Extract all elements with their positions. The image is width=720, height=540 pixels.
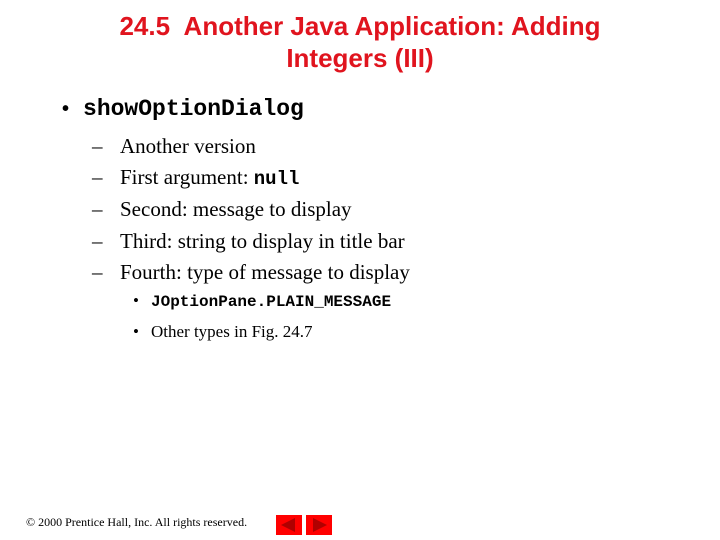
- main-bullet-text: showOptionDialog: [83, 96, 304, 122]
- next-slide-button[interactable]: [306, 515, 332, 535]
- slide-title-line-1: 24.5 Another Java Application: Adding: [119, 11, 601, 41]
- sub-item-text: Second: message to display: [120, 197, 352, 221]
- bullet-glyph: •: [62, 98, 70, 120]
- sub-item: – First argument: null: [92, 165, 299, 190]
- dash-glyph: –: [92, 197, 103, 221]
- sub-sub-item-code: JOptionPane.PLAIN_MESSAGE: [151, 293, 392, 311]
- previous-arrow-icon: [281, 518, 295, 532]
- sub-item-text: First argument:: [120, 165, 254, 189]
- sub-item: – Third: string to display in title bar: [92, 229, 405, 254]
- dash-glyph: –: [92, 165, 103, 189]
- sub-sub-item: • JOptionPane.PLAIN_MESSAGE: [133, 291, 391, 311]
- sub-item: – Another version: [92, 134, 256, 159]
- sub-item-text: Third: string to display in title bar: [120, 229, 405, 253]
- previous-slide-button[interactable]: [276, 515, 302, 535]
- sub-item: – Fourth: type of message to display: [92, 260, 410, 285]
- main-bullet: • showOptionDialog: [62, 96, 304, 122]
- sub-item: – Second: message to display: [92, 197, 352, 222]
- slide-title-line-2: Integers (III): [286, 43, 434, 73]
- bullet-glyph: •: [133, 322, 139, 341]
- slide-title: 24.5 Another Java Application: Adding In…: [0, 10, 720, 74]
- sub-item-text: Another version: [120, 134, 256, 158]
- next-arrow-icon: [313, 518, 327, 532]
- copyright-footer: © 2000 Prentice Hall, Inc. All rights re…: [26, 515, 248, 529]
- dash-glyph: –: [92, 229, 103, 253]
- dash-glyph: –: [92, 134, 103, 158]
- dash-glyph: –: [92, 260, 103, 284]
- sub-item-code: null: [253, 168, 300, 190]
- sub-sub-item-text: Other types in Fig. 24.7: [151, 322, 313, 341]
- bullet-glyph: •: [133, 291, 139, 310]
- sub-item-text: Fourth: type of message to display: [120, 260, 410, 284]
- sub-sub-item: • Other types in Fig. 24.7: [133, 322, 313, 342]
